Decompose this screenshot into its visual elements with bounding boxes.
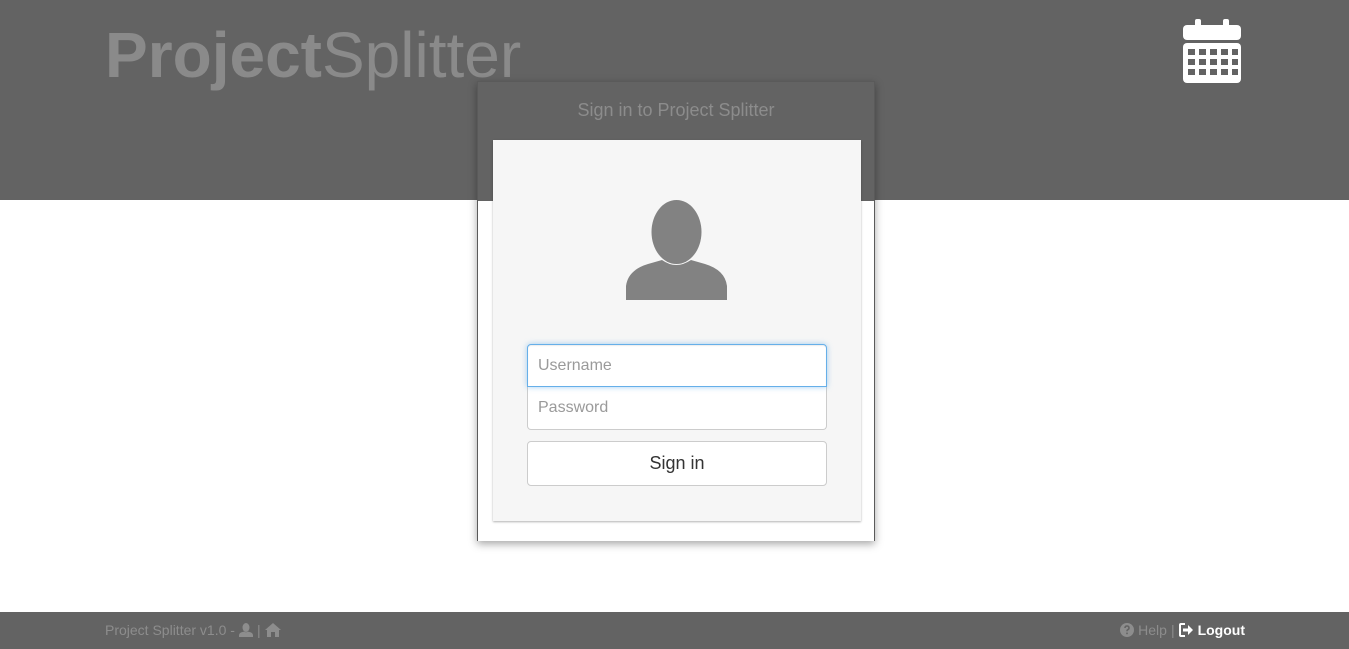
sign-in-button[interactable]: Sign in [527,441,827,486]
page: ProjectSplitter Sign in to Project Split… [0,0,1349,649]
logo-bold-text: Project [105,19,322,91]
user-silhouette-icon [626,200,727,300]
footer-separator: | [256,622,261,638]
password-input[interactable] [527,387,827,430]
app-logo[interactable]: ProjectSplitter [105,18,521,92]
username-input[interactable] [527,344,827,387]
logout-link[interactable]: Logout [1198,622,1245,638]
modal-title: Sign in to Project Splitter [577,100,775,120]
version-text: Project Splitter v1.0 - [105,622,235,638]
question-circle-icon [1120,623,1135,637]
footer-separator-right: | [1170,622,1175,638]
home-icon[interactable] [264,623,281,637]
login-card: Sign in [493,140,861,521]
user-icon[interactable] [238,623,253,637]
footer-left: Project Splitter v1.0 - | [105,622,281,638]
footer: Project Splitter v1.0 - | Help | Logout [0,612,1349,649]
login-modal: Sign in to Project Splitter Sign in [477,81,875,541]
footer-right: Help | Logout [1120,622,1245,638]
help-link[interactable]: Help [1138,622,1167,638]
calendar-icon[interactable] [1181,19,1243,85]
logout-icon[interactable] [1178,623,1194,637]
